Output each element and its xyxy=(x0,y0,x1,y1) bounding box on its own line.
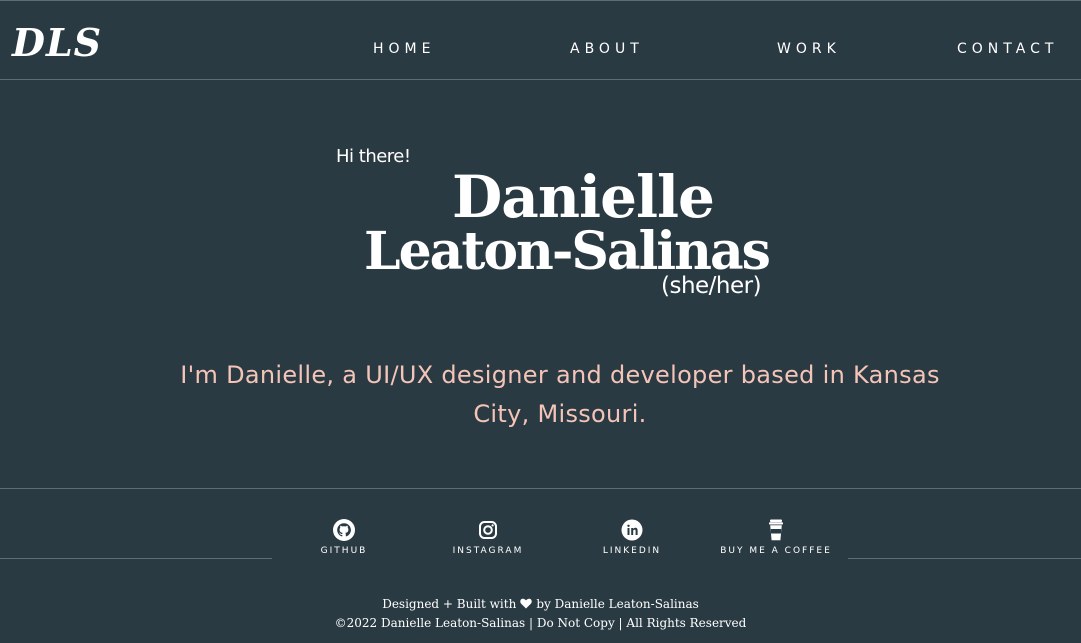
social-divider-left xyxy=(0,558,272,559)
nav-contact[interactable]: CONTACT xyxy=(957,40,1058,58)
instagram-icon xyxy=(476,518,500,542)
hero-greeting: Hi there! xyxy=(336,146,411,167)
heart-icon xyxy=(520,597,533,609)
footer-built-suffix: by Danielle Leaton-Salinas xyxy=(536,597,699,611)
social-divider-top xyxy=(0,488,1081,489)
hero-pronouns: (she/her) xyxy=(661,273,762,299)
site-header: DLS HOME ABOUT WORK CONTACT xyxy=(0,0,1081,80)
social-coffee-label: BUY ME A COFFEE xyxy=(720,546,832,556)
linkedin-icon xyxy=(620,518,644,542)
social-linkedin-label: LINKEDIN xyxy=(602,546,662,556)
social-divider-right xyxy=(848,558,1081,559)
footer-copyright: ©2022 Danielle Leaton-Salinas | Do Not C… xyxy=(334,616,747,630)
social-coffee-link[interactable]: BUY ME A COFFEE xyxy=(718,518,834,558)
social-instagram-link[interactable]: INSTAGRAM xyxy=(450,518,526,558)
hero-intro: I'm Danielle, a UI/UX designer and devel… xyxy=(140,356,980,434)
github-icon xyxy=(332,518,356,542)
hero-name-first: Danielle xyxy=(452,163,715,231)
hero-intro-line1: I'm Danielle, a UI/UX designer and devel… xyxy=(180,361,940,389)
nav-home[interactable]: HOME xyxy=(373,40,435,58)
coffee-cup-icon xyxy=(764,518,788,542)
footer-credit: Designed + Built with by Danielle Leaton-… xyxy=(0,596,1081,612)
site-logo[interactable]: DLS xyxy=(12,20,102,66)
nav-work[interactable]: WORK xyxy=(777,40,841,58)
footer-built-prefix: Designed + Built with xyxy=(382,597,517,611)
social-instagram-label: INSTAGRAM xyxy=(452,546,524,556)
social-linkedin-link[interactable]: LINKEDIN xyxy=(602,518,662,558)
social-github-label: GITHUB xyxy=(320,546,368,556)
hero-intro-line2: City, Missouri. xyxy=(473,400,647,428)
social-github-link[interactable]: GITHUB xyxy=(320,518,368,558)
nav-about[interactable]: ABOUT xyxy=(570,40,644,58)
